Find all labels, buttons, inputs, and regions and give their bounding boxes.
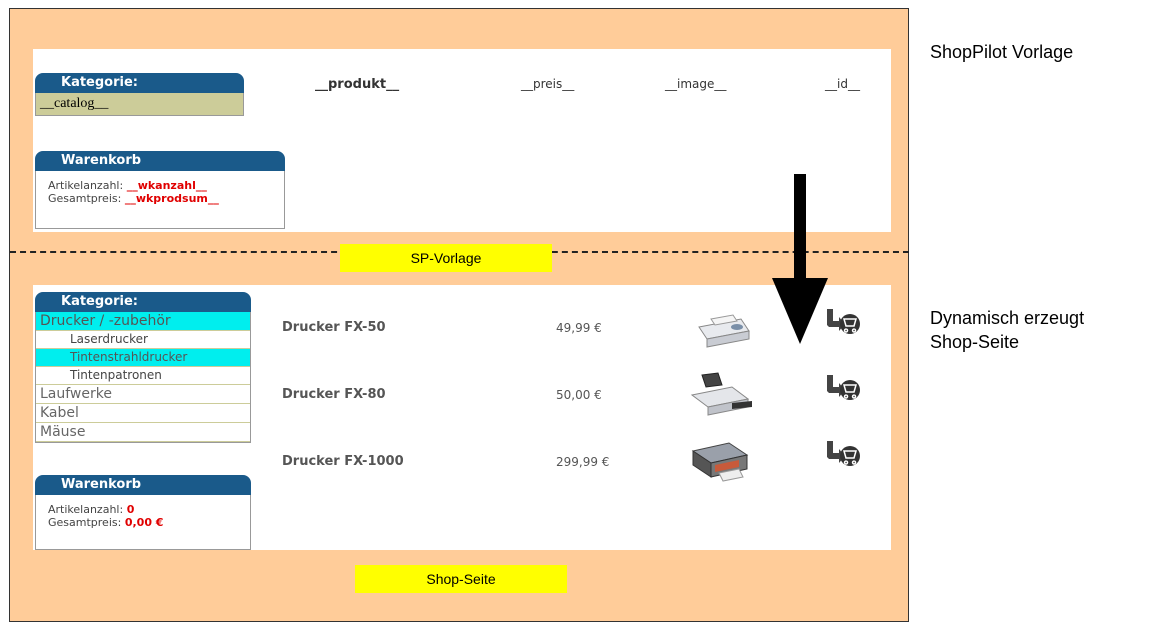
template-cart-total-value: __wkprodsum__ <box>124 192 219 205</box>
shop-cart-total-label: Gesamtpreis: <box>48 516 122 529</box>
category-item-laserdrucker[interactable]: Laserdrucker <box>36 331 250 349</box>
add-to-cart-icon[interactable] <box>823 373 861 403</box>
shop-seite-caption: Shop-Seite <box>930 332 1020 352</box>
template-cart-title: Warenkorb <box>35 151 285 171</box>
template-cart-total-label: Gesamtpreis: <box>48 192 122 205</box>
template-produkt-column: __produkt__ <box>315 77 400 92</box>
dynamisch-erzeugt-caption: Dynamisch erzeugt <box>930 308 1085 328</box>
shop-category-title: Kategorie: <box>35 292 251 312</box>
down-arrow-icon <box>772 174 828 344</box>
shoppilot-vorlage-caption: ShopPilot Vorlage <box>930 42 1074 62</box>
shop-cart-count-row: Artikelanzahl: 0 <box>36 503 250 516</box>
template-cart-count-value: __wkanzahl__ <box>126 179 207 192</box>
template-cart-count-row: Artikelanzahl: __wkanzahl__ <box>36 179 284 192</box>
sp-vorlage-label: SP-Vorlage <box>340 244 552 272</box>
template-panel: Kategorie: __catalog__ __produkt__ __pre… <box>33 49 891 232</box>
product-price: 299,99 € <box>556 455 610 469</box>
category-item-kabel[interactable]: Kabel <box>36 404 250 423</box>
shop-cart-total-value: 0,00 € <box>124 516 164 529</box>
template-catalog-placeholder: __catalog__ <box>35 93 244 116</box>
add-to-cart-icon[interactable] <box>823 439 861 469</box>
printer-image[interactable] <box>688 371 754 417</box>
category-item-laufwerke[interactable]: Laufwerke <box>36 385 250 404</box>
shop-page-panel: Kategorie: Drucker / -zubehör Laserdruck… <box>33 285 891 550</box>
template-category-title: Kategorie: <box>35 73 244 93</box>
shop-category-list: Drucker / -zubehör Laserdrucker Tintenst… <box>35 312 251 443</box>
product-price: 49,99 € <box>556 321 602 335</box>
template-cart-total-row: Gesamtpreis: __wkprodsum__ <box>36 192 284 205</box>
product-price: 50,00 € <box>556 388 602 402</box>
template-cart-widget: Warenkorb Artikelanzahl: __wkanzahl__ Ge… <box>35 151 285 229</box>
shop-cart-total-row: Gesamtpreis: 0,00 € <box>36 516 250 529</box>
product-name[interactable]: Drucker FX-80 <box>282 387 386 402</box>
template-preis-column: __preis__ <box>521 77 575 91</box>
shop-cart-count-label: Artikelanzahl: <box>48 503 124 516</box>
template-image-column: __image__ <box>665 77 727 91</box>
shop-category-widget: Kategorie: Drucker / -zubehör Laserdruck… <box>35 292 251 443</box>
category-item-maeuse[interactable]: Mäuse <box>36 423 250 442</box>
shop-cart-widget: Warenkorb Artikelanzahl: 0 Gesamtpreis: … <box>35 475 251 550</box>
template-cart-count-label: Artikelanzahl: <box>48 179 124 192</box>
template-id-column: __id__ <box>825 77 860 91</box>
product-name[interactable]: Drucker FX-1000 <box>282 454 404 469</box>
shop-cart-count-value: 0 <box>126 503 135 516</box>
template-category-widget: Kategorie: __catalog__ <box>35 73 244 116</box>
product-name[interactable]: Drucker FX-50 <box>282 320 386 335</box>
category-item-tintenpatronen[interactable]: Tintenpatronen <box>36 367 250 385</box>
printer-image[interactable] <box>689 437 753 483</box>
category-item-tintenstrahldrucker[interactable]: Tintenstrahldrucker <box>36 349 250 367</box>
printer-image[interactable] <box>693 305 753 349</box>
shop-cart-title: Warenkorb <box>35 475 251 495</box>
category-item-drucker[interactable]: Drucker / -zubehör <box>36 312 250 331</box>
shop-seite-label: Shop-Seite <box>355 565 567 593</box>
